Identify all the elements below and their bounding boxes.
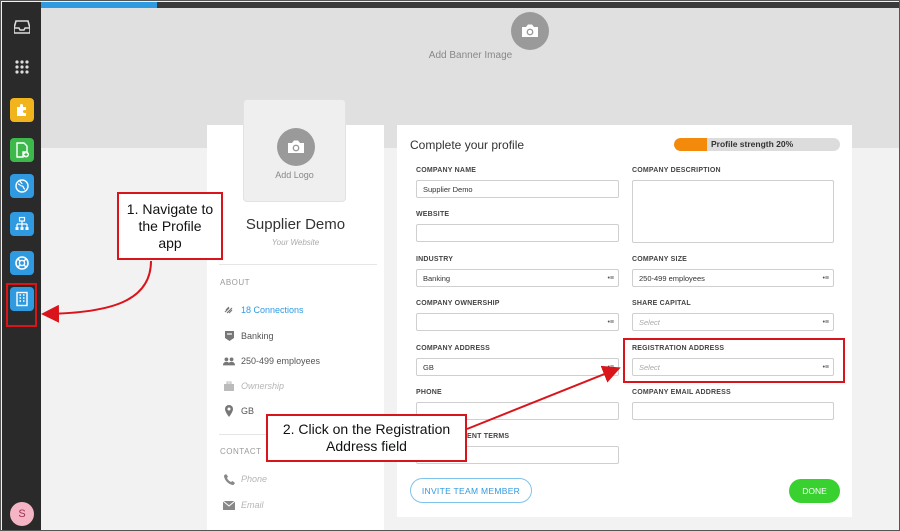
country-row: GB xyxy=(223,405,254,417)
profile-strength-fill xyxy=(674,138,708,151)
industry-text: Banking xyxy=(241,331,274,341)
share-capital-label: SHARE CAPITAL xyxy=(632,300,691,307)
size-text: 250-499 employees xyxy=(241,356,321,366)
industry-select[interactable]: Banking •≡ xyxy=(416,269,619,287)
divider xyxy=(219,264,377,265)
step1-arrow xyxy=(41,260,152,323)
email-placeholder[interactable]: Email xyxy=(241,500,264,510)
phone-icon xyxy=(223,473,235,485)
website-label: WEBSITE xyxy=(416,211,450,218)
share-capital-placeholder: Select xyxy=(639,317,660,327)
industry-row: Banking xyxy=(223,330,274,342)
puzzle-icon[interactable] xyxy=(10,98,34,122)
step2-callout: 2. Click on the Registration Address fie… xyxy=(266,414,467,462)
lifebuoy-icon[interactable] xyxy=(10,251,34,275)
company-name-heading: Supplier Demo xyxy=(245,216,346,233)
select-arrow-icon: •≡ xyxy=(607,319,614,326)
select-arrow-icon: •≡ xyxy=(822,275,829,282)
screenshot-frame: S Add Banner Image Add Logo Supplier Dem… xyxy=(0,0,900,531)
user-avatar[interactable]: S xyxy=(10,502,34,526)
company-name-label: COMPANY NAME xyxy=(416,167,477,174)
link-icon xyxy=(223,304,235,316)
add-logo-label: Add Logo xyxy=(275,170,314,180)
industry-value: Banking xyxy=(423,273,451,283)
select-arrow-icon: •≡ xyxy=(607,275,614,282)
company-email-label: COMPANY EMAIL ADDRESS xyxy=(632,389,731,396)
company-size-value: 250-499 employees xyxy=(639,273,705,283)
briefcase-icon xyxy=(223,380,235,392)
ownership-placeholder[interactable]: Ownership xyxy=(241,381,284,391)
profile-strength-label: Profile strength 20% xyxy=(711,139,794,149)
phone-placeholder[interactable]: Phone xyxy=(241,474,267,484)
invite-team-member-button[interactable]: INVITE TEAM MEMBER xyxy=(410,478,532,503)
phone-row[interactable]: Phone xyxy=(223,473,267,485)
email-row[interactable]: Email xyxy=(223,499,264,511)
company-description-textarea[interactable] xyxy=(632,180,834,243)
website-placeholder[interactable]: Your Website xyxy=(207,238,384,247)
camera-icon xyxy=(277,128,315,166)
company-description-label: COMPANY DESCRIPTION xyxy=(632,167,721,174)
ownership-row[interactable]: Ownership xyxy=(223,380,284,392)
side-navigation: S xyxy=(2,2,41,530)
payment-terms-label: ENT TERMS xyxy=(467,433,510,440)
company-address-select[interactable]: GB •≡ xyxy=(416,358,619,376)
company-ownership-select[interactable]: •≡ xyxy=(416,313,619,331)
location-pin-icon xyxy=(223,405,235,417)
org-chart-icon[interactable] xyxy=(10,212,34,236)
company-size-select[interactable]: 250-499 employees •≡ xyxy=(632,269,834,287)
camera-icon[interactable] xyxy=(511,12,549,50)
form-title: Complete your profile xyxy=(410,138,525,152)
users-icon xyxy=(223,355,235,367)
country-text: GB xyxy=(241,406,255,416)
select-arrow-icon: •≡ xyxy=(822,319,829,326)
company-name-input[interactable]: Supplier Demo xyxy=(416,180,619,198)
step1-callout: 1. Navigate to the Profile app xyxy=(117,192,223,260)
connections-text[interactable]: 18 Connections xyxy=(241,305,304,315)
profile-app-highlight xyxy=(6,283,37,327)
company-address-label: COMPANY ADDRESS xyxy=(416,345,491,352)
company-address-value: GB xyxy=(423,362,434,372)
inbox-icon[interactable] xyxy=(10,15,34,39)
size-row: 250-499 employees xyxy=(223,355,320,367)
envelope-icon xyxy=(223,499,235,511)
shield-icon xyxy=(223,330,235,342)
done-button[interactable]: DONE xyxy=(789,479,840,503)
about-heading: ABOUT xyxy=(220,278,251,287)
globe-icon[interactable] xyxy=(10,174,34,198)
industry-label: INDUSTRY xyxy=(416,256,454,263)
registration-address-highlight xyxy=(623,338,845,383)
phone-label: PHONE xyxy=(416,389,442,396)
company-size-label: COMPANY SIZE xyxy=(632,256,688,263)
select-arrow-icon: •≡ xyxy=(607,364,614,371)
add-banner-label[interactable]: Add Banner Image xyxy=(41,50,899,61)
document-add-icon[interactable] xyxy=(10,138,34,162)
apps-grid-icon[interactable] xyxy=(10,55,34,79)
add-logo-box[interactable]: Add Logo xyxy=(243,99,346,202)
company-email-input[interactable] xyxy=(632,402,834,420)
website-input[interactable] xyxy=(416,224,619,242)
share-capital-select[interactable]: Select •≡ xyxy=(632,313,834,331)
company-ownership-label: COMPANY OWNERSHIP xyxy=(416,300,500,307)
connections-link[interactable]: 18 Connections xyxy=(223,304,304,316)
contact-heading: CONTACT xyxy=(220,447,262,456)
